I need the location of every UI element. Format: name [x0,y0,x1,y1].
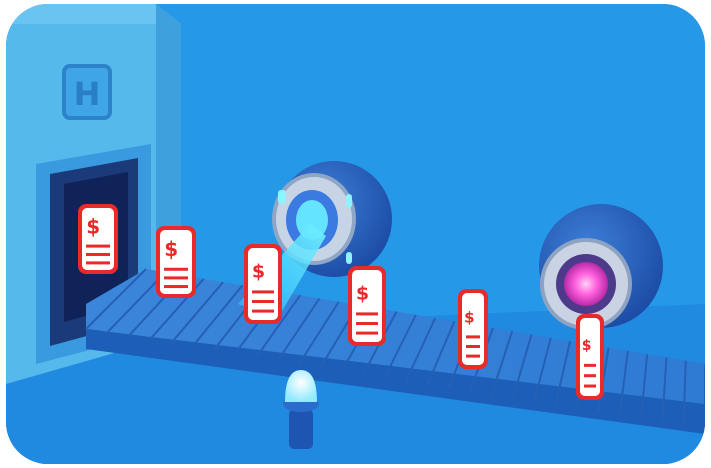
invoice-document: $ [244,244,282,324]
invoice-document: $ [78,204,118,274]
scanner-indicator-light [278,190,286,204]
dollar-icon: $ [252,261,265,283]
scanner-indicator-light [346,194,352,208]
illustration-frame: H $ $ $ $ $ $ [6,4,705,464]
dollar-icon: $ [164,237,178,261]
invoice-document: $ [576,314,604,400]
building-sign: H [62,64,112,120]
building-sign-letter: H [74,75,101,113]
invoice-document: $ [348,266,386,346]
dollar-icon: $ [464,309,474,327]
checker-device [539,204,663,330]
invoice-document: $ [156,226,196,298]
dollar-icon: $ [356,283,369,305]
dollar-icon: $ [86,214,100,238]
scanner-indicator-light [346,252,352,264]
dollar-icon: $ [582,338,592,354]
invoice-document: $ [458,289,488,369]
checker-light [564,262,608,306]
document-processing-scene: H $ $ $ $ $ $ [6,4,705,464]
